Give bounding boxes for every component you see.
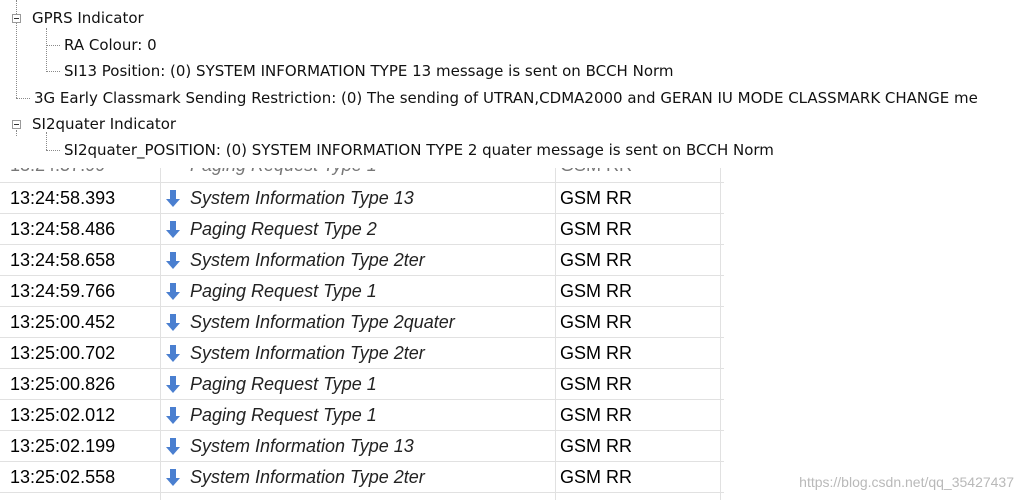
decoded-message-tree: GPRS Indicator RA Colour: 0 SI13 Positio… [0,0,1024,168]
collapse-toggle-icon[interactable] [12,120,21,129]
row-message-name: System Information Type 2ter [190,467,425,487]
table-row[interactable]: 13:25:02.012 Paging Request Type 1 GSM RR [0,400,724,431]
row-timestamp: 13:24:57.99 [10,168,160,181]
table-row[interactable]: 13:24:58.658 System Information Type 2ter… [0,245,724,276]
down-arrow-icon [163,431,185,462]
tree-node-si2quater-position[interactable]: SI2quater_POSITION: (0) SYSTEM INFORMATI… [64,139,774,161]
row-message-name: System Information Type 2ter [190,250,425,270]
table-row[interactable]: 13:25:00.452 System Information Type 2qua… [0,307,724,338]
row-protocol: GSM RR [560,405,632,425]
tree-node-label: SI2quater Indicator [32,115,177,133]
down-arrow-icon [163,400,185,431]
row-message-name: Paging Request Type 1 [190,281,377,301]
table-row[interactable]: 13:24:58.393 System Information Type 13 GS… [0,183,724,214]
watermark-url: https://blog.csdn.net/qq_35427437 [799,474,1014,490]
table-row-partial[interactable]: 13:24:57.99 Paging Request Type 1 GSM RR [0,168,724,183]
row-timestamp: 13:25:02.012 [10,405,116,425]
tree-connector [46,150,60,151]
tree-connector [46,71,60,72]
row-message-name: Paging Request Type 1 [190,405,377,425]
collapse-toggle-icon[interactable] [12,14,21,23]
message-log-table: 13:24:57.99 Paging Request Type 1 GSM RR… [0,168,724,500]
row-timestamp: 13:24:58.658 [10,250,116,270]
row-timestamp: 13:25:02.199 [10,436,116,456]
row-timestamp: 13:24:58.393 [10,188,116,208]
tree-connector [16,130,17,136]
row-protocol: GSM RR [560,219,632,239]
row-protocol: GSM RR [560,374,632,394]
row-protocol: GSM RR [560,188,632,208]
table-row[interactable]: 13:25:02.558 System Information Type 2ter… [0,462,724,493]
row-protocol: GSM RR [560,436,632,456]
row-timestamp: 13:25:00.702 [10,343,116,363]
table-row[interactable]: 13:24:58.486 Paging Request Type 2 GSM RR [0,214,724,245]
row-protocol: GSM RR [560,467,632,487]
tree-node-3g-early-classmark[interactable]: 3G Early Classmark Sending Restriction: … [34,87,978,109]
row-protocol: GSM RR [560,281,632,301]
row-timestamp: 13:25:02.558 [10,467,116,487]
tree-node-gprs-indicator[interactable]: GPRS Indicator [32,7,144,29]
row-message-name: Paging Request Type 2 [190,219,377,239]
table-row[interactable]: 13:25:00.702 System Information Type 2ter… [0,338,724,369]
row-timestamp: 13:25:00.826 [10,374,116,394]
down-arrow-icon [163,369,185,400]
tree-connector [46,28,47,72]
tree-node-label: 3G Early Classmark Sending Restriction: … [34,89,978,107]
row-message-name: System Information Type 2quater [190,312,455,332]
tree-connector [16,98,30,99]
tree-node-si13-position[interactable]: SI13 Position: (0) SYSTEM INFORMATION TY… [64,60,674,82]
row-timestamp: 13:24:58.486 [10,219,116,239]
down-arrow-icon [163,183,185,214]
tree-node-label: SI13 Position: (0) SYSTEM INFORMATION TY… [64,62,674,80]
table-row[interactable]: 13:25:00.826 Paging Request Type 1 GSM RR [0,369,724,400]
down-arrow-icon [163,338,185,369]
table-row[interactable]: 13:24:59.766 Paging Request Type 1 GSM RR [0,276,724,307]
tree-node-label: SI2quater_POSITION: (0) SYSTEM INFORMATI… [64,141,774,159]
down-arrow-icon [163,276,185,307]
row-protocol: GSM RR [560,168,720,181]
row-message-name: Paging Request Type 1 [190,168,555,181]
tree-node-ra-colour[interactable]: RA Colour: 0 [64,34,157,56]
down-arrow-icon [163,307,185,338]
row-protocol: GSM RR [560,312,632,332]
row-timestamp: 13:25:00.452 [10,312,116,332]
row-message-name: System Information Type 13 [190,188,414,208]
tree-node-label: RA Colour: 0 [64,36,157,54]
down-arrow-icon [163,245,185,276]
down-arrow-icon [163,462,185,493]
tree-connector [46,45,60,46]
row-protocol: GSM RR [560,343,632,363]
table-row[interactable]: 13:25:02.199 System Information Type 13 GS… [0,431,724,462]
tree-node-si2quater-indicator[interactable]: SI2quater Indicator [32,113,176,135]
row-message-name: Paging Request Type 1 [190,374,377,394]
row-message-name: System Information Type 13 [190,436,414,456]
row-message-name: System Information Type 2ter [190,343,425,363]
tree-node-label: GPRS Indicator [32,9,144,27]
down-arrow-icon [163,214,185,245]
row-protocol: GSM RR [560,250,632,270]
row-timestamp: 13:24:59.766 [10,281,116,301]
